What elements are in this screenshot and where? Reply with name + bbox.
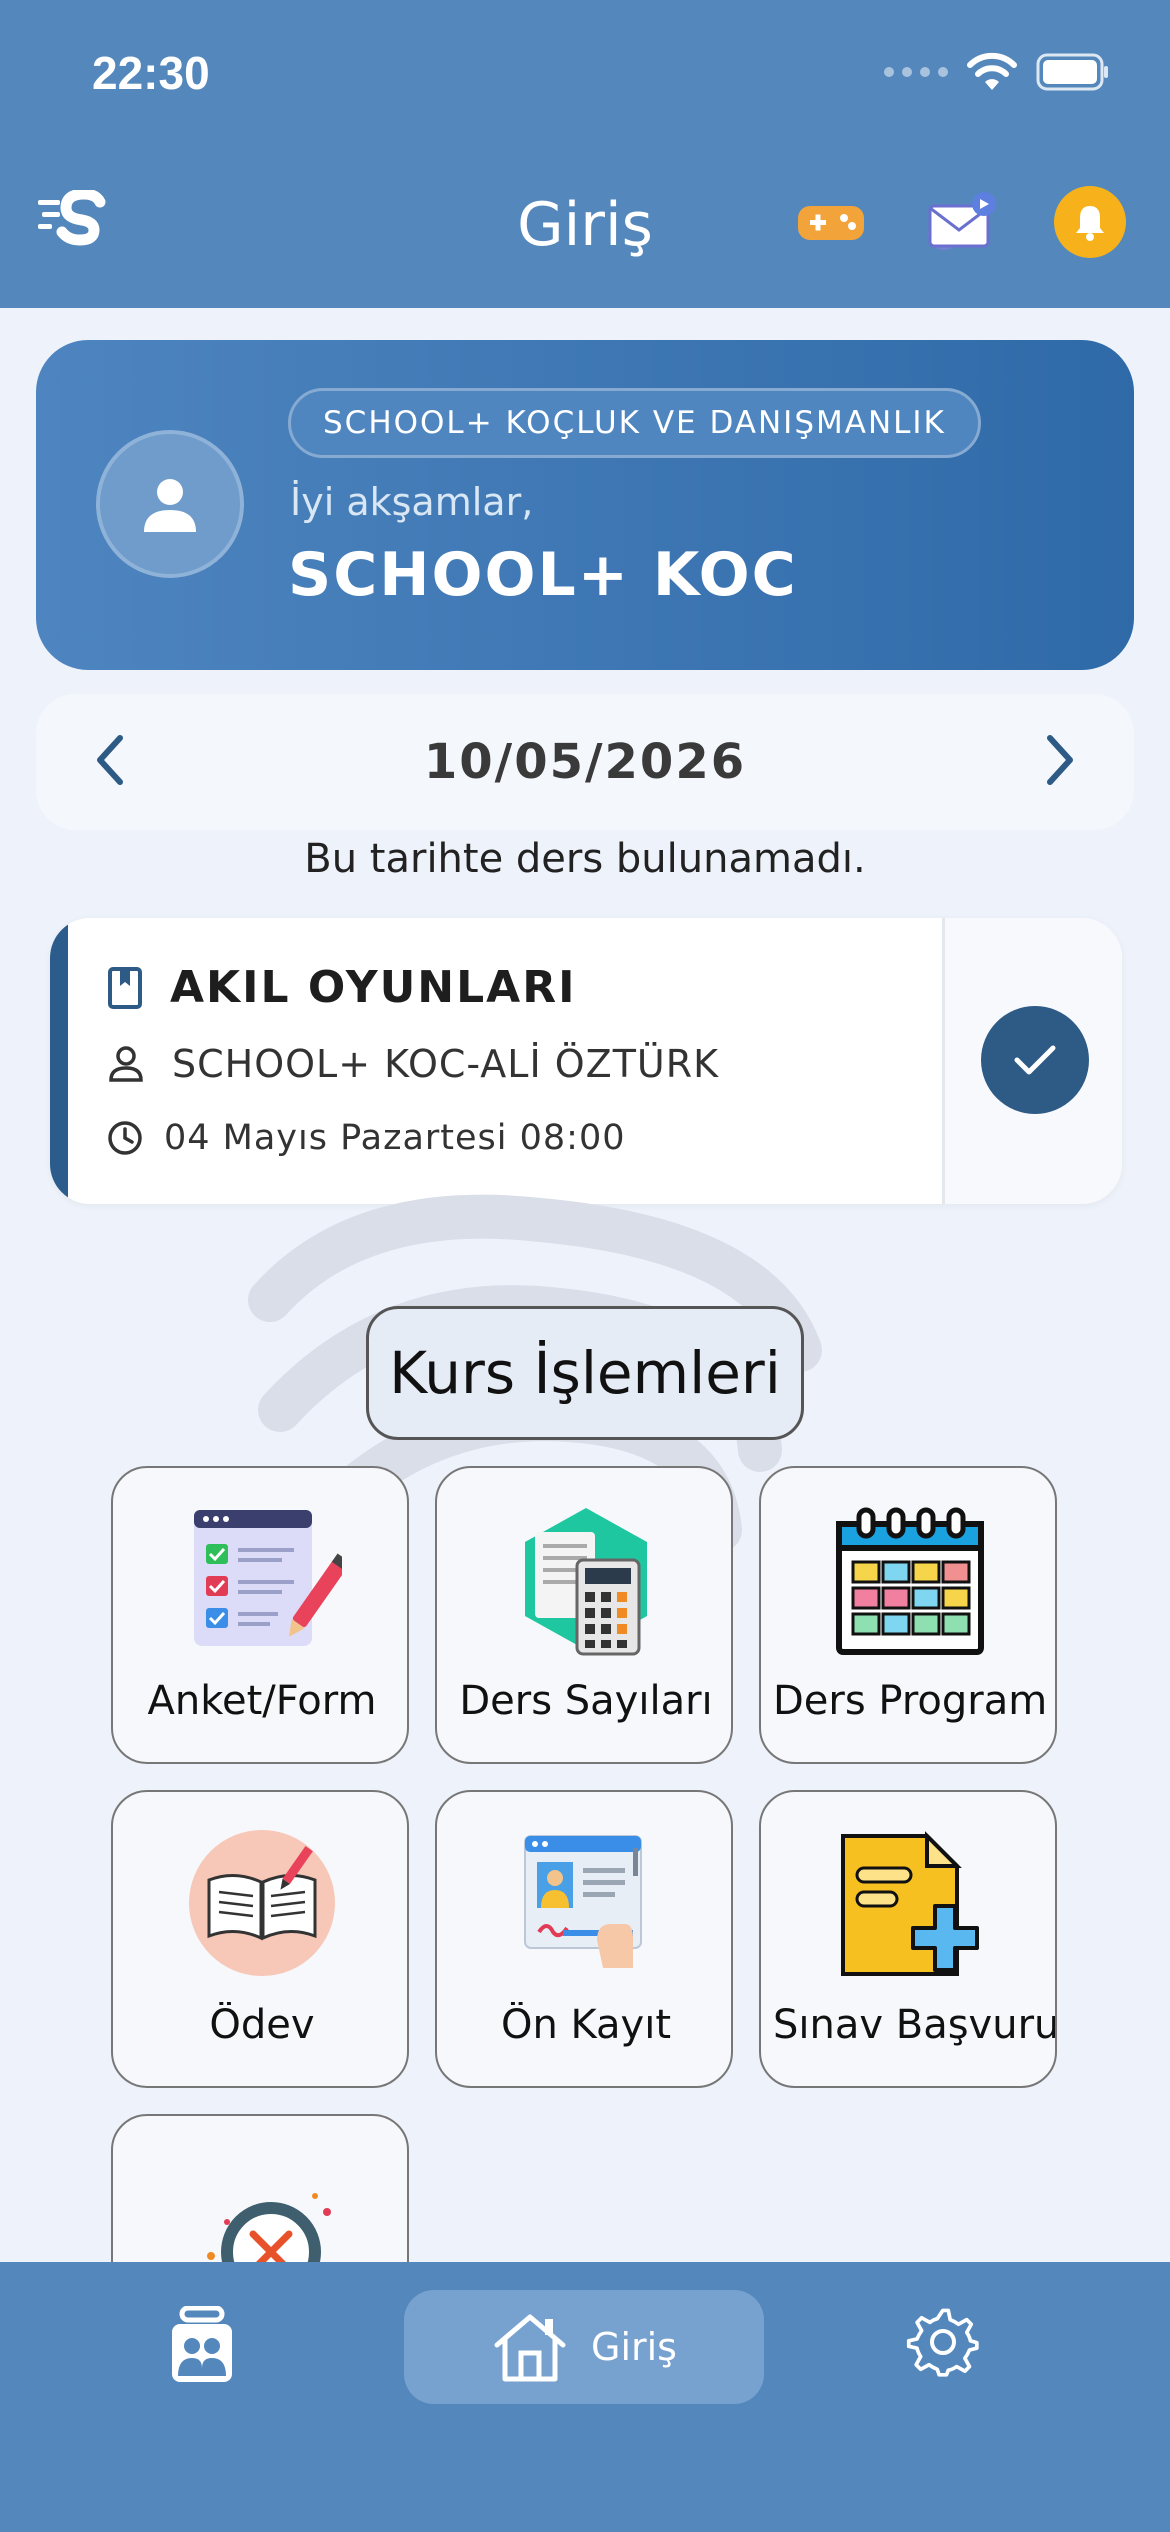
book-mark-icon — [108, 966, 142, 1009]
top-bar: 22:30 Giriş — [0, 0, 1170, 308]
clock-icon — [108, 1121, 142, 1155]
user-name: SCHOOL+ KOC — [288, 540, 798, 610]
lesson-accent-bar — [50, 918, 68, 1204]
tile-exam-application[interactable]: Sınav Başvuru — [759, 1790, 1057, 2088]
lesson-time: 04 Mayıs Pazartesi 08:00 — [164, 1118, 626, 1158]
notifications-button[interactable] — [1054, 186, 1126, 258]
students-icon[interactable] — [168, 2306, 236, 2386]
organization-badge: SCHOOL+ KOÇLUK VE DANIŞMANLIK — [288, 388, 981, 458]
bottom-navigation: Giriş — [0, 2262, 1170, 2532]
check-icon — [1014, 1045, 1056, 1075]
tile-label: Ödev — [209, 2002, 315, 2048]
settings-gear-icon[interactable] — [906, 2304, 980, 2378]
nav-home-label: Giriş — [591, 2325, 677, 2369]
lesson-action-area — [942, 918, 1122, 1204]
registration-icon — [524, 1835, 642, 1968]
date-navigator: 10/05/2026 — [36, 694, 1134, 830]
tile-lesson-counts[interactable]: Ders Sayıları — [435, 1466, 733, 1764]
nav-home-button[interactable]: Giriş — [404, 2290, 764, 2404]
chevron-right-icon[interactable] — [1042, 732, 1078, 788]
tile-label: Ön Kayıt — [500, 2002, 672, 2048]
lesson-name: AKIL OYUNLARI — [170, 962, 577, 1013]
selected-date[interactable]: 10/05/2026 — [36, 734, 1134, 790]
book-icon — [189, 1830, 335, 1976]
tile-lesson-schedule[interactable]: Ders Program — [759, 1466, 1057, 1764]
calculator-icon — [525, 1508, 647, 1656]
tile-pre-registration[interactable]: Ön Kayıt — [435, 1790, 733, 2088]
user-icon — [144, 479, 196, 532]
tile-label: Ders Program — [773, 1678, 1048, 1724]
status-icons — [884, 52, 1110, 92]
status-time: 22:30 — [92, 47, 210, 99]
no-lesson-message: Bu tarihte ders bulunamadı. — [304, 836, 866, 882]
lesson-name-row: AKIL OYUNLARI — [106, 962, 576, 1013]
tile-label: Ders Sayıları — [459, 1678, 713, 1724]
lesson-card[interactable]: AKIL OYUNLARI SCHOOL+ KOC-ALİ ÖZTÜRK 04 … — [50, 918, 1122, 1204]
tile-survey-form[interactable]: Anket/Form — [111, 1466, 409, 1764]
lesson-teacher: SCHOOL+ KOC-ALİ ÖZTÜRK — [172, 1042, 720, 1086]
gamepad-icon[interactable] — [796, 200, 866, 244]
battery-icon — [1036, 53, 1108, 91]
exam-application-icon — [841, 1831, 979, 1976]
lesson-teacher-row: SCHOOL+ KOC-ALİ ÖZTÜRK — [106, 1042, 719, 1086]
user-card: SCHOOL+ KOÇLUK VE DANIŞMANLIK İyi akşaml… — [36, 340, 1134, 670]
tile-label: Sınav Başvuru — [773, 2002, 1057, 2048]
home-icon — [494, 2314, 566, 2382]
survey-form-icon — [194, 1510, 342, 1646]
header-actions — [796, 186, 1126, 258]
wifi-icon — [967, 52, 1017, 90]
avatar[interactable] — [96, 430, 244, 578]
calendar-icon — [836, 1507, 984, 1655]
attendance-check-button[interactable] — [981, 1006, 1089, 1114]
person-icon — [109, 1046, 143, 1082]
signal-icon — [884, 67, 948, 77]
greeting-text: İyi akşamlar, — [290, 480, 534, 524]
bell-icon — [1076, 206, 1104, 241]
tile-homework[interactable]: Ödev — [111, 1790, 409, 2088]
messages-icon[interactable] — [922, 190, 998, 254]
lesson-time-row: 04 Mayıs Pazartesi 08:00 — [106, 1118, 626, 1158]
section-title: Kurs İşlemleri — [366, 1306, 804, 1440]
tile-label: Anket/Form — [147, 1678, 377, 1724]
